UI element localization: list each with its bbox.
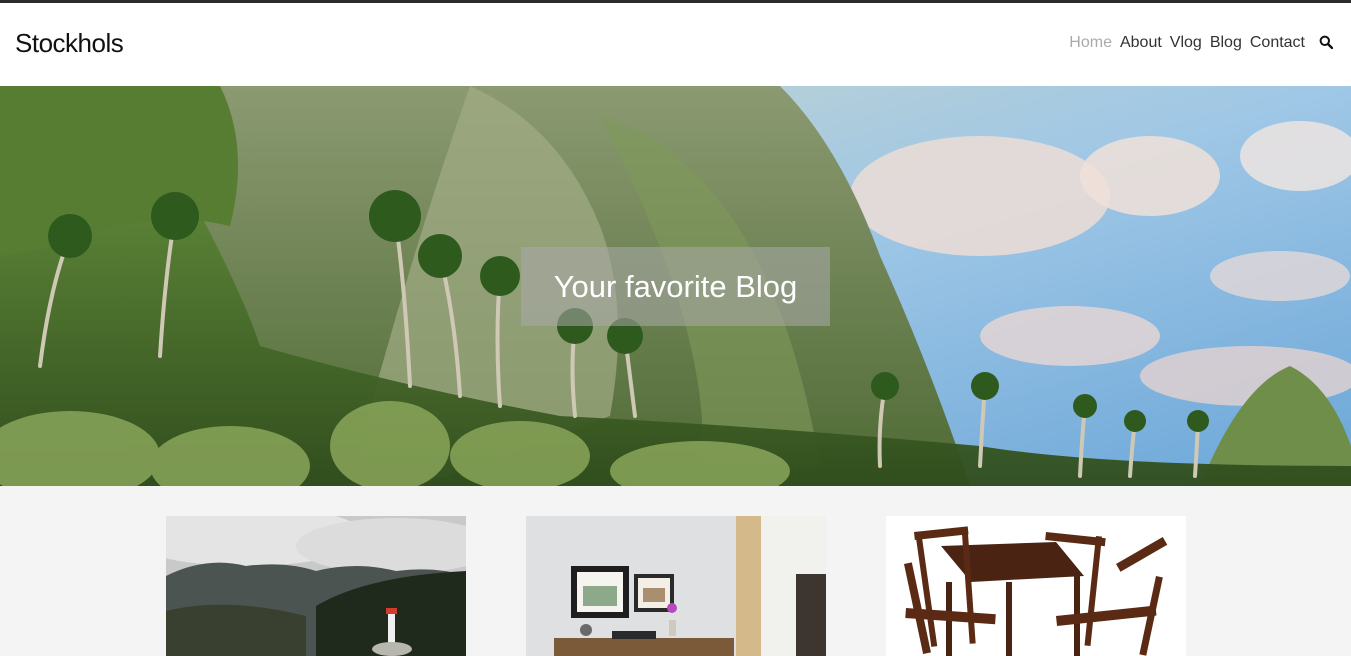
- hero-section: Your favorite Blog: [0, 86, 1351, 486]
- nav-item-blog[interactable]: Blog: [1210, 34, 1242, 52]
- nav-item-home[interactable]: Home: [1069, 34, 1112, 52]
- blog-card-office[interactable]: [526, 516, 826, 656]
- main-nav: Home About Vlog Blog Contact: [1061, 34, 1335, 52]
- hero-title: Your favorite Blog: [553, 268, 798, 304]
- blog-cards-section: [0, 486, 1351, 656]
- nav-item-contact[interactable]: Contact: [1250, 34, 1305, 52]
- blog-card-lighthouse[interactable]: [166, 516, 466, 656]
- lighthouse-mountain-photo: [166, 516, 466, 656]
- nav-item-about[interactable]: About: [1120, 34, 1162, 52]
- site-header: Stockhols Home About Vlog Blog Contact: [0, 3, 1351, 86]
- hero-banner: Your favorite Blog: [521, 247, 830, 326]
- nav-item-vlog[interactable]: Vlog: [1170, 34, 1202, 52]
- wooden-table-chairs-photo: [886, 516, 1186, 656]
- home-office-interior-photo: [526, 516, 826, 656]
- site-logo[interactable]: Stockhols: [15, 28, 124, 59]
- blog-card-furniture[interactable]: [886, 516, 1186, 656]
- search-icon[interactable]: [1319, 35, 1335, 51]
